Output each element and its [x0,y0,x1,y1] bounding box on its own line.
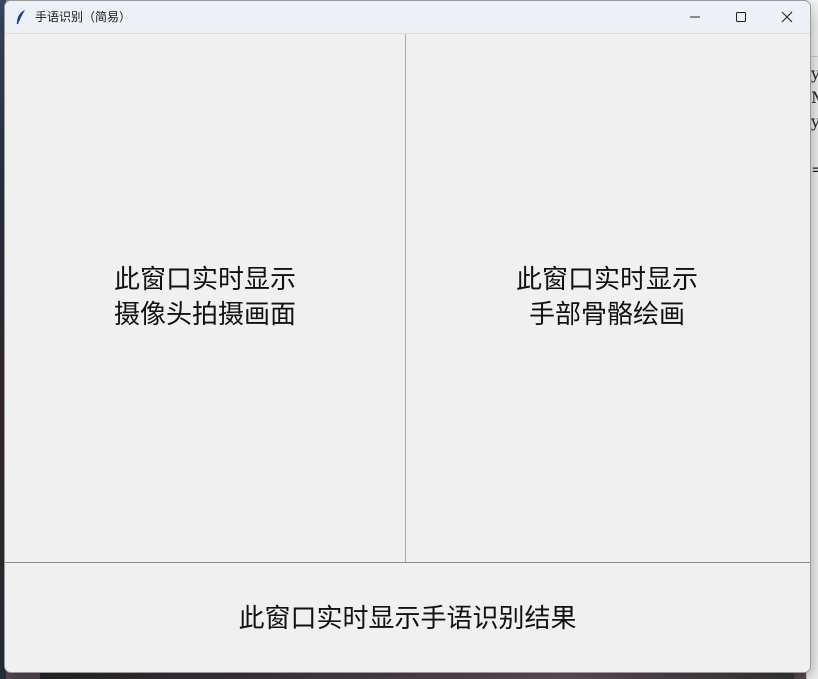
maximize-icon [736,12,746,22]
camera-view-label: 此窗口实时显示 摄像头拍摄画面 [114,263,296,333]
recognition-result-panel: 此窗口实时显示手语识别结果 [5,562,810,672]
hand-skeleton-panel: 此窗口实时显示 手部骨骼绘画 [406,34,810,562]
hand-skeleton-label-line1: 此窗口实时显示 [515,265,698,295]
maximize-button[interactable] [718,1,764,33]
minimize-icon [690,16,700,18]
window-title: 手语识别（简易） [35,10,132,24]
feather-icon [16,10,25,25]
hand-skeleton-label-line2: 手部骨骼绘画 [528,300,685,330]
close-icon [781,11,793,23]
camera-view-panel: 此窗口实时显示 摄像头拍摄画面 [5,34,406,562]
recognition-result-label: 此窗口实时显示手语识别结果 [238,603,577,634]
camera-view-label-line2: 摄像头拍摄画面 [113,300,296,330]
minimize-button[interactable] [672,1,718,33]
camera-view-label-line1: 此窗口实时显示 [113,265,296,295]
sign-language-window: 手语识别（简易） 此窗口实时显示 摄像头拍摄画面 此窗口实时显示 手部骨骼绘画 … [4,0,811,673]
title-bar[interactable]: 手语识别（简易） [5,1,810,34]
hand-skeleton-label: 此窗口实时显示 手部骨骼绘画 [516,263,698,333]
close-button[interactable] [764,1,810,33]
background-window-text: y M y = [811,64,818,179]
